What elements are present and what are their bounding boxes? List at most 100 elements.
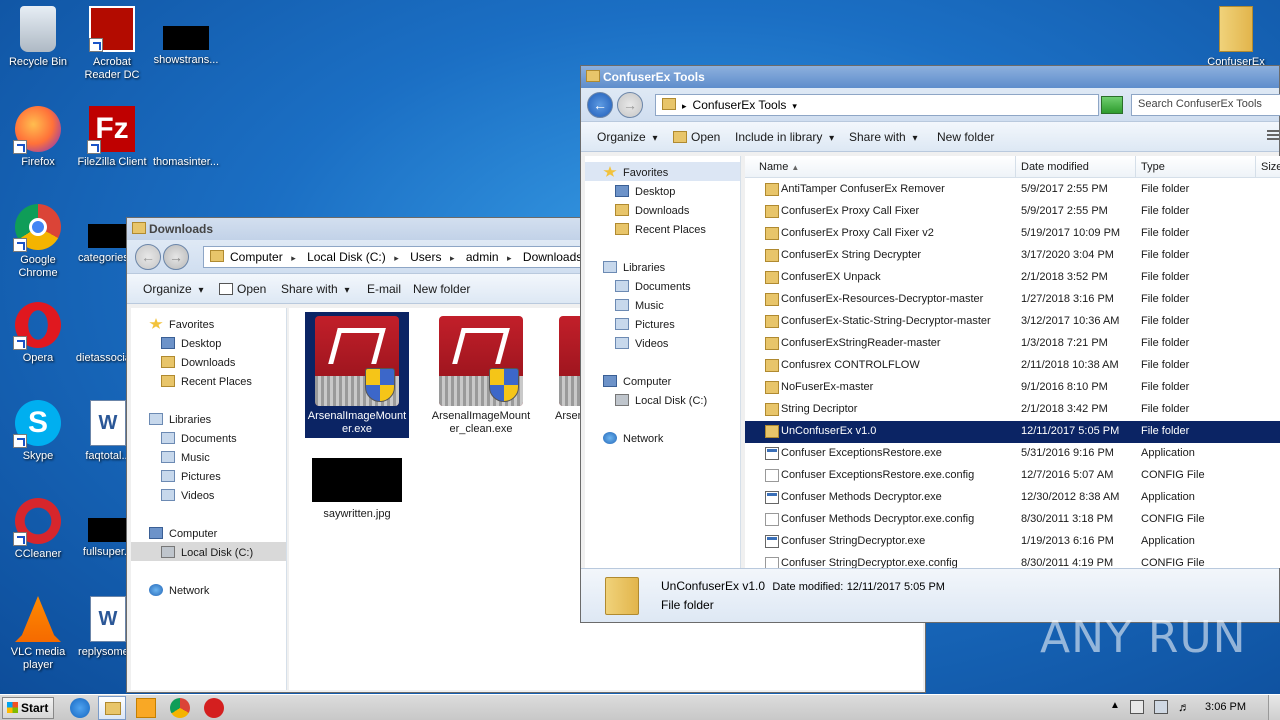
nav-favorites[interactable]: Favorites bbox=[603, 166, 668, 179]
desktop-icon-recycle-bin[interactable]: Recycle Bin bbox=[0, 6, 76, 69]
breadcrumb-admin[interactable]: admin bbox=[466, 250, 512, 264]
nav-computer[interactable]: Computer bbox=[603, 375, 671, 388]
table-row[interactable]: ConfuserEx-Resources-Decryptor-master 1/2… bbox=[745, 289, 1280, 311]
column-size[interactable]: Size bbox=[1261, 161, 1280, 173]
table-row[interactable]: ConfuserEx-Static-String-Decryptor-maste… bbox=[745, 311, 1280, 333]
nav-downloads[interactable]: Downloads bbox=[615, 204, 689, 217]
column-name[interactable]: Name ▲ bbox=[759, 161, 799, 173]
file-tile[interactable]: saywritten.jpg bbox=[305, 454, 409, 524]
address-bar[interactable]: Computer Local Disk (C:) Users admin Dow… bbox=[203, 246, 583, 268]
confuserex-window[interactable]: ConfuserEx Tools ← → ▸ ConfuserEx Tools ▾ … bbox=[580, 65, 1280, 623]
table-row[interactable]: Confuser Methods Decryptor.exe 12/30/2012… bbox=[745, 487, 1280, 509]
media-player-icon[interactable] bbox=[136, 698, 156, 718]
table-row[interactable]: ConfuserEx Proxy Call Fixer v2 5/19/2017 … bbox=[745, 223, 1280, 245]
breadcrumb-computer[interactable]: Computer bbox=[230, 250, 296, 264]
table-row[interactable]: ConfuserExStringReader-master 1/3/2018 7:… bbox=[745, 333, 1280, 355]
nav-libraries[interactable]: Libraries bbox=[149, 413, 211, 426]
table-row[interactable]: ConfuserEx String Decrypter 3/17/2020 3:0… bbox=[745, 245, 1280, 267]
nav-network[interactable]: Network bbox=[603, 432, 663, 445]
table-row[interactable]: Confusrex CONTROLFLOW 2/11/2018 10:38 AM F… bbox=[745, 355, 1280, 377]
table-row[interactable]: AntiTamper ConfuserEx Remover 5/9/2017 2:… bbox=[745, 179, 1280, 201]
desktop-icon-ccleaner[interactable]: CCleaner bbox=[0, 498, 76, 561]
clock[interactable]: 3:06 PM bbox=[1205, 701, 1246, 713]
table-row[interactable]: ConfuserEX Unpack 2/1/2018 3:52 PM File fo… bbox=[745, 267, 1280, 289]
nav-libraries[interactable]: Libraries bbox=[603, 261, 665, 274]
volume-icon[interactable]: ♬ bbox=[1178, 700, 1192, 714]
view-options-icon[interactable] bbox=[1267, 130, 1279, 142]
nav-pictures[interactable]: Pictures bbox=[161, 470, 221, 483]
new-folder-button[interactable]: New folder bbox=[413, 282, 470, 296]
nav-local-disk[interactable]: Local Disk (C:) bbox=[615, 394, 707, 407]
nav-local-disk[interactable]: Local Disk (C:) bbox=[161, 546, 253, 559]
desktop-icon-vlc[interactable]: VLC media player bbox=[0, 596, 76, 672]
table-row[interactable]: Confuser Methods Decryptor.exe.config 8/3… bbox=[745, 509, 1280, 531]
email-button[interactable]: E-mail bbox=[367, 282, 401, 296]
table-row[interactable]: Confuser ExceptionsRestore.exe 5/31/2016 … bbox=[745, 443, 1280, 465]
share-with-button[interactable]: Share with bbox=[281, 282, 350, 296]
search-input[interactable]: Search ConfuserEx Tools bbox=[1131, 94, 1280, 116]
table-row[interactable]: Confuser StringDecryptor.exe 1/19/2013 6:… bbox=[745, 531, 1280, 553]
nav-network[interactable]: Network bbox=[149, 584, 209, 597]
organize-button[interactable]: Organize bbox=[597, 130, 658, 144]
open-button[interactable]: Open bbox=[673, 130, 720, 144]
back-button[interactable]: ← bbox=[135, 244, 161, 270]
action-center-icon[interactable] bbox=[1130, 700, 1144, 714]
nav-recent-places[interactable]: Recent Places bbox=[615, 223, 706, 236]
desktop-icon-showstrans[interactable]: showstrans... bbox=[148, 6, 224, 67]
breadcrumb-confuserex-tools[interactable]: ConfuserEx Tools bbox=[693, 98, 787, 112]
share-with-button[interactable]: Share with bbox=[849, 130, 918, 144]
desktop-icon-acrobat[interactable]: Acrobat Reader DC bbox=[74, 6, 150, 82]
table-row[interactable]: ConfuserEx Proxy Call Fixer 5/9/2017 2:55… bbox=[745, 201, 1280, 223]
nav-pictures[interactable]: Pictures bbox=[615, 318, 675, 331]
address-bar[interactable]: ▸ ConfuserEx Tools ▾ bbox=[655, 94, 1099, 116]
refresh-icon[interactable] bbox=[1101, 96, 1123, 114]
back-button[interactable]: ← bbox=[587, 92, 613, 118]
file-tile[interactable]: ArsenalImageMounter_clean.exe bbox=[429, 312, 533, 438]
nav-documents[interactable]: Documents bbox=[615, 280, 691, 293]
table-row[interactable]: UnConfuserEx v1.0 12/11/2017 5:05 PM File … bbox=[745, 421, 1280, 443]
network-tray-icon[interactable] bbox=[1154, 700, 1168, 714]
nav-music[interactable]: Music bbox=[615, 299, 664, 312]
desktop-icon-thomasinter[interactable]: thomasinter... bbox=[148, 106, 224, 169]
desktop-icon-opera[interactable]: Opera bbox=[0, 302, 76, 365]
desktop-icon-filezilla[interactable]: Fz FileZilla Client bbox=[74, 106, 150, 169]
breadcrumb-users[interactable]: Users bbox=[410, 250, 454, 264]
file-tile[interactable]: ArsenalImageMounter.exe bbox=[305, 312, 409, 438]
nav-videos[interactable]: Videos bbox=[161, 489, 214, 502]
forward-button[interactable]: → bbox=[617, 92, 643, 118]
desktop-icon-firefox[interactable]: Firefox bbox=[0, 106, 76, 169]
nav-desktop[interactable]: Desktop bbox=[161, 337, 221, 350]
explorer-taskbar-button[interactable] bbox=[98, 696, 126, 720]
desktop-icon-skype[interactable]: S Skype bbox=[0, 400, 76, 463]
nav-music[interactable]: Music bbox=[161, 451, 210, 464]
table-row[interactable]: String Decriptor 2/1/2018 3:42 PM File fol… bbox=[745, 399, 1280, 421]
column-date-modified[interactable]: Date modified bbox=[1021, 161, 1089, 173]
internet-explorer-icon[interactable] bbox=[70, 698, 90, 718]
chrome-icon[interactable] bbox=[170, 698, 190, 718]
nav-favorites[interactable]: Favorites bbox=[149, 318, 214, 331]
open-button[interactable]: Open bbox=[219, 282, 266, 296]
column-type[interactable]: Type bbox=[1141, 161, 1165, 173]
desktop-icon-confuserex[interactable]: ConfuserEx bbox=[1198, 6, 1274, 69]
nav-videos[interactable]: Videos bbox=[615, 337, 668, 350]
show-hidden-icons-icon[interactable]: ▲ bbox=[1110, 700, 1124, 714]
nav-desktop[interactable]: Desktop bbox=[615, 185, 675, 198]
table-row[interactable]: NoFuserEx-master 9/1/2016 8:10 PM File fol… bbox=[745, 377, 1280, 399]
nav-documents[interactable]: Documents bbox=[161, 432, 237, 445]
show-desktop-button[interactable] bbox=[1268, 695, 1280, 720]
breadcrumb-downloads[interactable]: Downloads bbox=[523, 250, 582, 264]
organize-button[interactable]: Organize bbox=[143, 282, 204, 296]
table-row[interactable]: Confuser ExceptionsRestore.exe.config 12/… bbox=[745, 465, 1280, 487]
table-row[interactable]: Confuser StringDecryptor.exe.config 8/30/… bbox=[745, 553, 1280, 568]
confuserex-titlebar[interactable]: ConfuserEx Tools bbox=[581, 66, 1279, 88]
include-in-library-button[interactable]: Include in library bbox=[735, 130, 834, 144]
breadcrumb-local-disk[interactable]: Local Disk (C:) bbox=[307, 250, 399, 264]
forward-button[interactable]: → bbox=[163, 244, 189, 270]
new-folder-button[interactable]: New folder bbox=[937, 130, 994, 144]
opera-icon[interactable] bbox=[204, 698, 224, 718]
start-button[interactable]: Start bbox=[2, 697, 54, 719]
nav-computer[interactable]: Computer bbox=[149, 527, 217, 540]
nav-downloads[interactable]: Downloads bbox=[161, 356, 235, 369]
nav-recent-places[interactable]: Recent Places bbox=[161, 375, 252, 388]
desktop-icon-chrome[interactable]: Google Chrome bbox=[0, 204, 76, 280]
